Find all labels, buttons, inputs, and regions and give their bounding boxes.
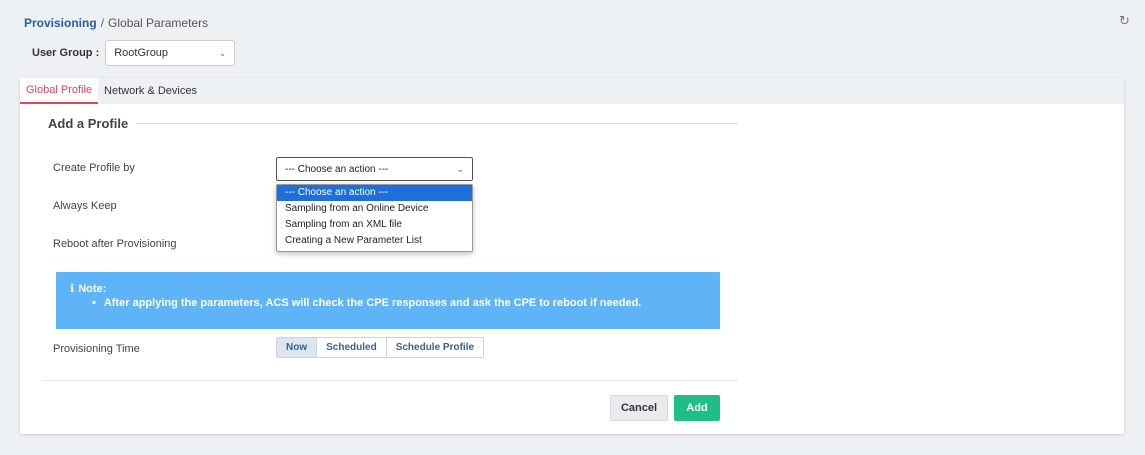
breadcrumb-current: Global Parameters <box>108 16 209 30</box>
form-footer: Cancel Add <box>42 380 738 434</box>
provisioning-time-label: Provisioning Time <box>53 343 140 355</box>
user-group-select[interactable]: RootGroup ⌄ <box>105 40 236 66</box>
tab-global-profile[interactable]: Global Profile <box>20 78 99 104</box>
user-group-label: User Group : <box>32 47 100 59</box>
chevron-down-icon: ⌄ <box>456 163 464 174</box>
section-divider <box>136 123 738 124</box>
provisioning-schedule-profile-button[interactable]: Schedule Profile <box>386 338 484 357</box>
tab-bar: Global Profile Network & Devices <box>20 78 1124 104</box>
chevron-down-icon: ⌄ <box>218 47 227 58</box>
info-icon: ℹ <box>70 283 75 295</box>
note-title: Note: <box>78 282 107 295</box>
create-profile-label: Create Profile by <box>53 162 135 174</box>
breadcrumb-provisioning[interactable]: Provisioning <box>24 16 97 30</box>
tab-network-devices[interactable]: Network & Devices <box>98 78 203 104</box>
note-text: After applying the parameters, ACS will … <box>92 297 706 309</box>
dropdown-option[interactable]: Sampling from an Online Device <box>277 201 472 217</box>
note-header: ℹ Note: <box>70 282 706 296</box>
create-profile-dropdown: --- Choose an action --- Sampling from a… <box>276 184 473 252</box>
add-button[interactable]: Add <box>674 395 720 421</box>
dropdown-option[interactable]: Creating a New Parameter List <box>277 233 472 249</box>
note-box: ℹ Note: After applying the parameters, A… <box>56 272 720 329</box>
user-group-value: RootGroup <box>114 47 169 59</box>
provisioning-time-segment: Now Scheduled Schedule Profile <box>276 337 485 358</box>
cancel-button[interactable]: Cancel <box>610 395 668 421</box>
section-title: Add a Profile <box>48 116 738 131</box>
create-profile-value: --- Choose an action --- <box>285 163 389 175</box>
dropdown-option[interactable]: Sampling from an XML file <box>277 217 472 233</box>
provisioning-scheduled-button[interactable]: Scheduled <box>317 338 387 357</box>
dropdown-option[interactable]: --- Choose an action --- <box>277 185 472 201</box>
reboot-label: Reboot after Provisioning <box>53 238 177 250</box>
create-profile-select[interactable]: --- Choose an action --- ⌄ <box>276 157 473 181</box>
always-keep-label: Always Keep <box>53 200 117 212</box>
breadcrumb-separator: / <box>100 16 105 30</box>
refresh-icon[interactable]: ↻ <box>1119 14 1133 28</box>
breadcrumb: Provisioning / Global Parameters <box>24 16 208 30</box>
main-panel: Global Profile Network & Devices Add a P… <box>20 78 1124 434</box>
provisioning-now-button[interactable]: Now <box>277 338 318 357</box>
user-group: User Group : RootGroup ⌄ <box>32 40 236 66</box>
section-title-text: Add a Profile <box>48 116 129 131</box>
